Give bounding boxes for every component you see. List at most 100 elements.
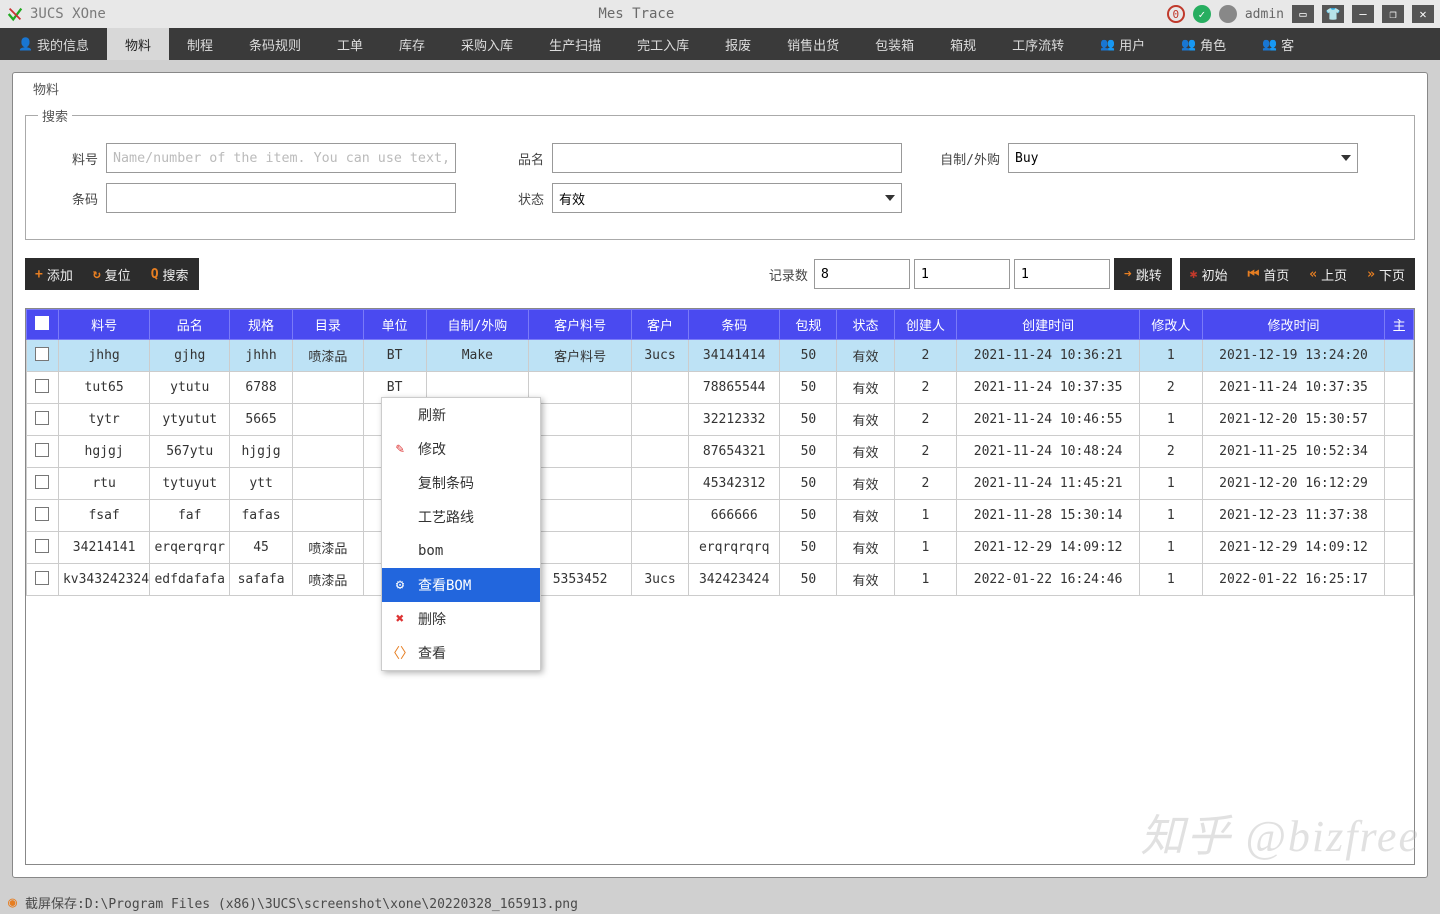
user-avatar-icon[interactable] [1219,5,1237,23]
barcode-input[interactable] [106,183,456,213]
page2-input[interactable] [1014,259,1110,289]
buy-select[interactable]: Buy [1008,143,1358,173]
row-checkbox[interactable] [35,475,49,489]
context-menu-label: 工艺路线 [418,507,474,527]
table-header-row: 料号品名规格目录单位自制/外购客户料号客户条码包规状态创建人创建时间修改人修改时… [27,310,1414,340]
table-row[interactable]: hgjgj567ytuhjgjgBT8765432150有效22021-11-2… [27,436,1414,468]
row-checkbox[interactable] [35,347,49,361]
table-cell: tut65 [58,372,149,404]
col-header[interactable]: 单位 [363,310,426,340]
window-button-2[interactable]: 👕 [1322,5,1344,23]
menu-item-16[interactable]: 👥客 [1244,28,1312,60]
row-checkbox[interactable] [35,571,49,585]
menu-item-5[interactable]: 库存 [381,28,443,60]
page1-input[interactable] [914,259,1010,289]
menu-item-9[interactable]: 报废 [707,28,769,60]
table-row[interactable]: kv343242324edfdafafasafafa喷漆品BT53534523u… [27,564,1414,596]
row-checkbox[interactable] [35,507,49,521]
records-input[interactable] [814,259,910,289]
table-row[interactable]: 34214141erqerqrqr45喷漆品BTerqrqrqrq50有效120… [27,532,1414,564]
menu-item-15[interactable]: 👥角色 [1163,28,1244,60]
col-header[interactable]: 客户 [631,310,688,340]
table-row[interactable]: tytrytyutut5665BT3221233250有效22021-11-24… [27,404,1414,436]
menu-item-3[interactable]: 条码规则 [231,28,319,60]
menu-item-14[interactable]: 👥用户 [1082,28,1163,60]
table-row[interactable]: fsaffaffafasBT66666650有效12021-11-28 15:3… [27,500,1414,532]
select-all-checkbox[interactable] [35,316,49,330]
menu-item-8[interactable]: 完工入库 [619,28,707,60]
context-menu-item[interactable]: 复制条码 [382,466,540,500]
menu-item-12[interactable]: 箱规 [932,28,994,60]
menu-item-4[interactable]: 工单 [319,28,381,60]
col-header[interactable]: 修改时间 [1202,310,1385,340]
table-row[interactable]: jhhggjhgjhhh喷漆品BTMake客户料号3ucs3414141450有… [27,340,1414,372]
table-cell [1385,532,1414,564]
col-header[interactable]: 目录 [292,310,363,340]
menu-item-10[interactable]: 销售出货 [769,28,857,60]
search-fieldset: 搜索 料号 品名 自制/外购 Buy 条码 状态 有效 [25,106,1415,240]
col-header[interactable]: 规格 [230,310,293,340]
context-menu-item[interactable]: 刷新 [382,398,540,432]
toolbar: +添加 ↻复位 Q搜索 记录数 ➜跳转 ✱初始 ⏮首页 «上页 »下页 [25,258,1415,290]
context-menu-item[interactable]: ⚙查看BOM [382,568,540,602]
context-menu-item[interactable]: 工艺路线 [382,500,540,534]
table-cell: 2021-11-24 10:48:24 [957,436,1140,468]
add-button[interactable]: +添加 [25,258,83,290]
menu-item-1[interactable]: 物料 [107,28,169,60]
col-header[interactable]: 创建时间 [957,310,1140,340]
table-cell: 5353452 [529,564,632,596]
window-button-1[interactable]: ▭ [1292,5,1314,23]
col-header[interactable]: 包规 [780,310,837,340]
minimize-button[interactable]: — [1352,5,1374,23]
col-header[interactable]: 主 [1385,310,1414,340]
col-header[interactable]: 状态 [837,310,894,340]
menu-item-13[interactable]: 工序流转 [994,28,1082,60]
context-menu-item[interactable]: ✖删除 [382,602,540,636]
table-row[interactable]: tut65ytutu6788BT7886554450有效22021-11-24 … [27,372,1414,404]
table-cell [529,404,632,436]
status-select[interactable]: 有效 [552,183,902,213]
col-header[interactable]: 条码 [689,310,780,340]
menu-item-7[interactable]: 生产扫描 [531,28,619,60]
col-header[interactable] [27,310,59,340]
table-cell: 45 [230,532,293,564]
row-checkbox[interactable] [35,443,49,457]
first-button[interactable]: ✱初始 [1180,258,1238,290]
home-button[interactable]: ⏮首页 [1238,258,1300,290]
row-checkbox[interactable] [35,379,49,393]
table-cell [27,404,59,436]
context-menu-item[interactable]: 〈〉查看 [382,636,540,670]
name-input[interactable] [552,143,902,173]
menu-item-2[interactable]: 制程 [169,28,231,60]
table-row[interactable]: rtutytuyutyttBT4534231250有效22021-11-24 1… [27,468,1414,500]
col-header[interactable]: 自制/外购 [426,310,529,340]
row-checkbox[interactable] [35,539,49,553]
col-header[interactable]: 料号 [58,310,149,340]
row-checkbox[interactable] [35,411,49,425]
search-button[interactable]: Q搜索 [141,258,199,290]
notification-badge[interactable]: 0 [1167,5,1185,23]
col-header[interactable]: 品名 [150,310,230,340]
col-header[interactable]: 修改人 [1139,310,1202,340]
menu-item-6[interactable]: 采购入库 [443,28,531,60]
menu-item-11[interactable]: 包装箱 [857,28,932,60]
close-button[interactable]: ✕ [1412,5,1434,23]
next-button[interactable]: »下页 [1357,258,1415,290]
table-cell: 1 [894,564,957,596]
table-cell: 有效 [837,564,894,596]
jump-button[interactable]: ➜跳转 [1114,258,1172,290]
context-menu-icon: ✎ [392,441,408,457]
col-header[interactable]: 客户料号 [529,310,632,340]
status-badge-icon[interactable]: ✓ [1193,5,1211,23]
col-header[interactable]: 创建人 [894,310,957,340]
reset-button[interactable]: ↻复位 [83,258,141,290]
context-menu-item[interactable]: bom [382,534,540,568]
context-menu-item[interactable]: ✎修改 [382,432,540,466]
item-no-input[interactable] [106,143,456,173]
table-cell [631,404,688,436]
menu-item-0[interactable]: 👤我的信息 [0,28,107,60]
table-cell: 3ucs [631,564,688,596]
maximize-button[interactable]: ❐ [1382,5,1404,23]
prev-button[interactable]: «上页 [1299,258,1357,290]
table-cell [529,436,632,468]
